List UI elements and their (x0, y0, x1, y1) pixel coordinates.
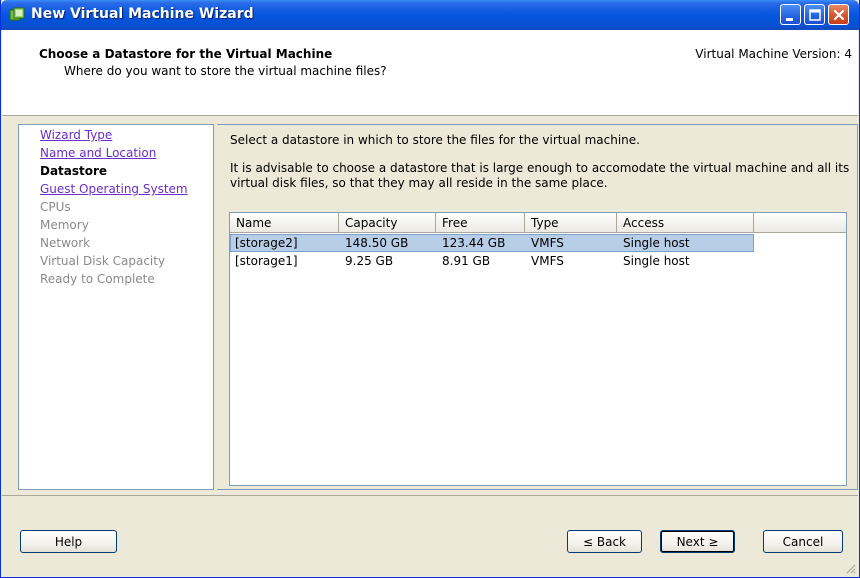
cell-capacity: 9.25 GB (345, 254, 394, 268)
column-header-access[interactable]: Access (617, 213, 754, 233)
step-name-and-location[interactable]: Name and Location (40, 146, 156, 160)
close-button[interactable] (828, 4, 849, 25)
back-button[interactable]: ≤ Back (567, 530, 642, 553)
cell-access: Single host (623, 236, 690, 250)
page-subtitle: Where do you want to store the virtual m… (64, 64, 387, 78)
content-panel: Select a datastore in which to store the… (217, 124, 858, 490)
instruction-text: Select a datastore in which to store the… (230, 133, 640, 147)
maximize-icon (809, 9, 821, 21)
vm-version-label: Virtual Machine Version: 4 (695, 47, 852, 61)
table-row[interactable]: [storage2] 148.50 GB 123.44 GB VMFS Sing… (230, 234, 754, 252)
window-title: New Virtual Machine Wizard (31, 6, 254, 22)
title-bar[interactable]: New Virtual Machine Wizard (1, 0, 859, 30)
cell-name: [storage2] (235, 236, 298, 250)
step-virtual-disk-capacity: Virtual Disk Capacity (40, 254, 166, 268)
footer-divider (2, 495, 858, 496)
cell-free: 123.44 GB (442, 236, 506, 250)
step-wizard-type[interactable]: Wizard Type (40, 128, 112, 142)
step-cpus: CPUs (40, 200, 71, 214)
close-icon (833, 9, 845, 21)
advice-text-line-1: It is advisable to choose a datastore th… (230, 161, 850, 175)
wizard-header: Choose a Datastore for the Virtual Machi… (2, 30, 858, 116)
step-guest-operating-system[interactable]: Guest Operating System (40, 182, 188, 196)
column-header-type[interactable]: Type (525, 213, 617, 233)
step-ready-to-complete: Ready to Complete (40, 272, 155, 286)
help-button[interactable]: Help (20, 530, 117, 553)
column-header-free[interactable]: Free (436, 213, 525, 233)
cell-type: VMFS (531, 254, 564, 268)
step-network: Network (40, 236, 91, 250)
minimize-button[interactable] (780, 4, 801, 25)
column-header-capacity[interactable]: Capacity (339, 213, 436, 233)
advice-text-line-2: virtual disk files, so that they may all… (230, 176, 608, 190)
table-header: Name Capacity Free Type Access (230, 213, 846, 233)
step-memory: Memory (40, 218, 89, 232)
wizard-window: New Virtual Machine Wizard Choose a Data… (0, 0, 860, 578)
cell-type: VMFS (531, 236, 564, 250)
page-title: Choose a Datastore for the Virtual Machi… (39, 47, 333, 61)
cell-access: Single host (623, 254, 690, 268)
wizard-steps-panel: Wizard Type Name and Location Datastore … (18, 124, 214, 490)
resize-grip-icon[interactable] (844, 562, 856, 574)
step-datastore: Datastore (40, 164, 108, 178)
maximize-button[interactable] (804, 4, 825, 25)
cell-free: 8.91 GB (442, 254, 491, 268)
column-header-name[interactable]: Name (230, 213, 339, 233)
cancel-button[interactable]: Cancel (763, 530, 843, 553)
column-header-filler (754, 213, 846, 233)
next-button[interactable]: Next ≥ (660, 530, 735, 553)
cell-name: [storage1] (235, 254, 298, 268)
cell-capacity: 148.50 GB (345, 236, 409, 250)
datastore-table[interactable]: Name Capacity Free Type Access [storage2… (229, 212, 847, 486)
table-row[interactable]: [storage1] 9.25 GB 8.91 GB VMFS Single h… (230, 253, 754, 271)
minimize-icon (786, 18, 793, 21)
vm-wizard-icon (9, 7, 25, 21)
